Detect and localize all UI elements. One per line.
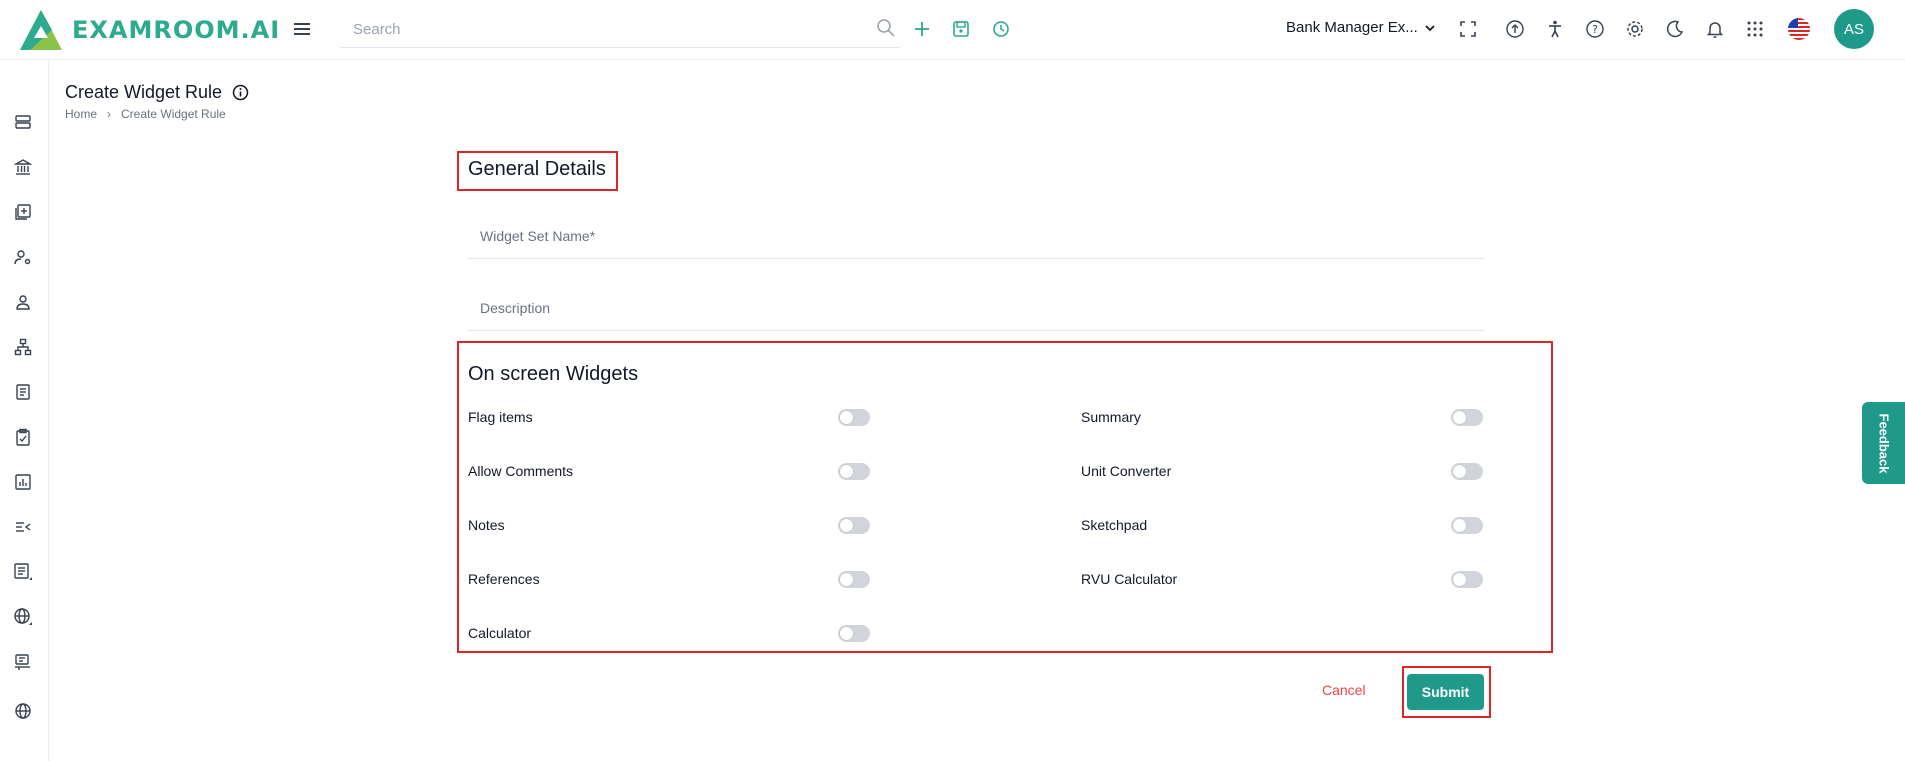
breadcrumb-current: Create Widget Rule [121, 107, 226, 121]
add-icon[interactable] [910, 17, 934, 41]
sidebar-item-dashboard[interactable] [12, 111, 34, 133]
widget-label-notes: Notes [468, 517, 505, 533]
us-flag-icon[interactable] [1787, 17, 1811, 41]
save-icon[interactable] [949, 17, 973, 41]
hierarchy-icon [14, 338, 32, 356]
search-icon[interactable] [876, 18, 896, 43]
toggle-calculator[interactable] [838, 625, 870, 642]
search-bar [340, 14, 900, 48]
widgets-highlight [457, 341, 1553, 653]
avatar[interactable]: AS [1834, 9, 1874, 49]
toggle-unit-converter[interactable] [1451, 463, 1483, 480]
history-icon[interactable] [989, 17, 1013, 41]
top-bar: EXAMROOM.AI Bank Manager Ex... ? [0, 0, 1905, 60]
sidebar-item-documents[interactable] [12, 381, 34, 403]
cancel-button[interactable]: Cancel [1322, 682, 1366, 698]
document-icon [16, 384, 30, 400]
general-details-title: General Details [468, 158, 606, 180]
globe-settings-icon [14, 608, 32, 625]
bank-selector-label: Bank Manager Ex... [1286, 19, 1418, 36]
widget-label-summary: Summary [1081, 409, 1141, 425]
sidebar-item-user-settings[interactable] [12, 246, 34, 268]
widget-label-calculator: Calculator [468, 625, 532, 641]
bar-chart-icon [15, 474, 31, 490]
list-arrow-icon [16, 522, 31, 532]
apps-grid-icon[interactable] [1743, 17, 1767, 41]
submit-button[interactable]: Submit [1407, 674, 1484, 710]
widget-set-name-input[interactable] [468, 213, 1484, 258]
sidebar-item-users[interactable] [12, 291, 34, 313]
widget-label-rvu-calculator: RVU Calculator [1081, 571, 1178, 587]
bank-selector[interactable]: Bank Manager Ex... [1286, 19, 1436, 36]
bank-icon [14, 159, 32, 175]
sidebar [0, 60, 49, 761]
desk-icon [15, 654, 30, 670]
upload-icon[interactable] [1503, 17, 1527, 41]
description-input[interactable] [468, 285, 1484, 330]
toggle-allow-comments[interactable] [838, 463, 870, 480]
toggle-flag-items[interactable] [838, 409, 870, 426]
menu-icon[interactable] [292, 19, 312, 39]
widget-label-sketchpad: Sketchpad [1081, 517, 1148, 533]
sidebar-item-add[interactable] [12, 201, 34, 223]
server-icon [15, 115, 31, 129]
feedback-tab[interactable]: Feedback [1862, 402, 1905, 484]
page-title: Create Widget Rule [65, 82, 249, 103]
fullscreen-icon[interactable] [1456, 17, 1480, 41]
logo-icon [20, 10, 62, 50]
toggle-summary[interactable] [1451, 409, 1483, 426]
logo[interactable]: EXAMROOM.AI [18, 8, 280, 52]
settings-icon[interactable] [1623, 17, 1647, 41]
svg-text:?: ? [1592, 23, 1598, 36]
sidebar-item-rules[interactable] [12, 516, 34, 538]
toggle-rvu-calculator[interactable] [1451, 571, 1483, 588]
sidebar-item-exams[interactable] [12, 651, 34, 673]
chevron-down-icon [1425, 24, 1435, 31]
user-icon [16, 295, 30, 310]
search-input[interactable] [340, 14, 860, 44]
sidebar-item-forms[interactable] [12, 561, 34, 583]
page-title-text: Create Widget Rule [65, 82, 223, 102]
accessibility-icon[interactable] [1543, 17, 1567, 41]
toggle-references[interactable] [838, 571, 870, 588]
sidebar-item-bank[interactable] [12, 156, 34, 178]
widget-label-flag-items: Flag items [468, 409, 533, 425]
widget-label-allow-comments: Allow Comments [468, 463, 574, 479]
sidebar-item-web[interactable] [12, 700, 34, 722]
breadcrumb-separator: › [107, 107, 112, 121]
form-list-icon [14, 563, 32, 580]
user-gear-icon [14, 250, 31, 265]
add-box-icon [15, 204, 31, 220]
toggle-sketchpad[interactable] [1451, 517, 1483, 534]
toggle-notes[interactable] [838, 517, 870, 534]
help-icon[interactable]: ? [1583, 17, 1607, 41]
breadcrumb-home[interactable]: Home [65, 107, 97, 121]
widgets-title: On screen Widgets [468, 363, 639, 385]
breadcrumb: Home › Create Widget Rule [65, 107, 226, 121]
sidebar-item-hierarchy[interactable] [12, 336, 34, 358]
clipboard-check-icon [16, 428, 30, 446]
sidebar-item-global[interactable] [12, 606, 34, 628]
logo-text: EXAMROOM.AI [72, 16, 281, 44]
feedback-label: Feedback [1876, 413, 1892, 473]
sidebar-item-checklist[interactable] [12, 426, 34, 448]
widget-label-references: References [468, 571, 540, 587]
globe-icon [15, 703, 31, 719]
widget-label-unit-converter: Unit Converter [1081, 463, 1172, 479]
dark-mode-icon[interactable] [1663, 17, 1687, 41]
description-field [468, 285, 1484, 331]
notification-bell-icon[interactable] [1703, 17, 1727, 41]
widget-set-name-field [468, 213, 1484, 259]
sidebar-item-reports[interactable] [12, 471, 34, 493]
info-icon[interactable] [232, 84, 249, 101]
